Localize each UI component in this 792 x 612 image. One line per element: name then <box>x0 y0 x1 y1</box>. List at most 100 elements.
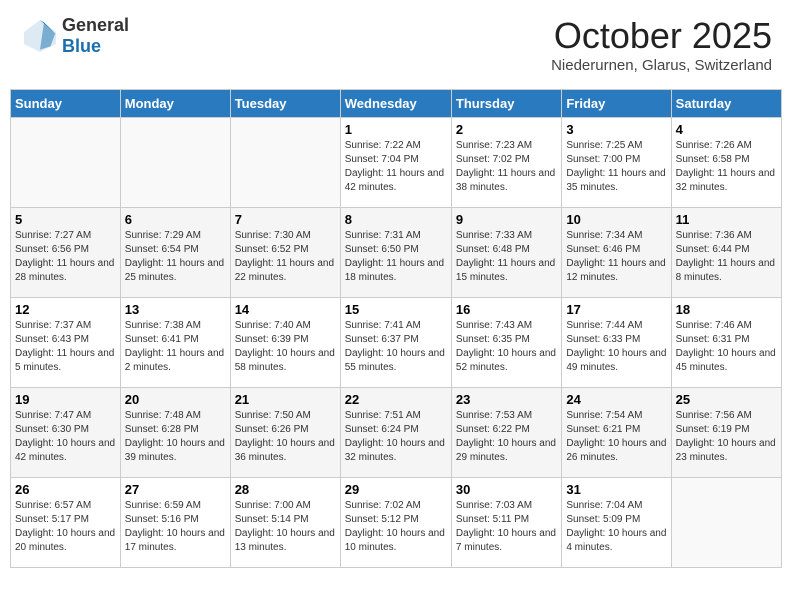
calendar-cell: 28Sunrise: 7:00 AM Sunset: 5:14 PM Dayli… <box>230 478 340 568</box>
day-number: 7 <box>235 212 336 227</box>
day-header-monday: Monday <box>120 90 230 118</box>
calendar-cell: 3 Sunrise: 7:25 AM Sunset: 7:00 PM Daylig… <box>562 118 671 208</box>
calendar-cell: 16 Sunrise: 7:43 AM Sunset: 6:35 PM Dayli… <box>451 298 561 388</box>
calendar-cell: 20Sunrise: 7:48 AM Sunset: 6:28 PM Dayli… <box>120 388 230 478</box>
day-info: Sunrise: 6:59 AM Sunset: 5:16 PM Dayligh… <box>125 499 226 555</box>
day-number: 20 <box>125 392 226 407</box>
day-info: Sunrise: 7:56 AM Sunset: 6:19 PM Dayligh… <box>676 409 777 465</box>
day-info: Sunrise: 7:43 AM Sunset: 6:35 PM Dayligh… <box>456 319 557 375</box>
day-number: 9 <box>456 212 557 227</box>
day-info: Sunrise: 7:53 AM Sunset: 6:22 PM Dayligh… <box>456 409 557 465</box>
calendar-cell: 2 Sunrise: 7:23 AM Sunset: 7:02 PM Daylig… <box>451 118 561 208</box>
logo-general-text: General <box>62 15 129 35</box>
day-number: 23 <box>456 392 557 407</box>
calendar-cell: 9 Sunrise: 7:33 AM Sunset: 6:48 PM Daylig… <box>451 208 561 298</box>
day-info: Sunrise: 7:25 AM Sunset: 7:00 PM Dayligh… <box>566 139 666 195</box>
day-number: 12 <box>15 302 116 317</box>
day-info: Sunrise: 7:26 AM Sunset: 6:58 PM Dayligh… <box>676 139 777 195</box>
calendar-cell: 6 Sunrise: 7:29 AM Sunset: 6:54 PM Daylig… <box>120 208 230 298</box>
day-info: Sunrise: 7:31 AM Sunset: 6:50 PM Dayligh… <box>345 229 447 285</box>
day-number: 2 <box>456 122 557 137</box>
calendar-cell: 5 Sunrise: 7:27 AM Sunset: 6:56 PM Daylig… <box>11 208 121 298</box>
day-info: Sunrise: 7:34 AM Sunset: 6:46 PM Dayligh… <box>566 229 666 285</box>
calendar-cell <box>671 478 781 568</box>
day-number: 16 <box>456 302 557 317</box>
calendar-cell: 23 Sunrise: 7:53 AM Sunset: 6:22 PM Dayli… <box>451 388 561 478</box>
day-number: 4 <box>676 122 777 137</box>
day-number: 27 <box>125 482 226 497</box>
day-info: Sunrise: 7:02 AM Sunset: 5:12 PM Dayligh… <box>345 499 447 555</box>
day-info: Sunrise: 7:40 AM Sunset: 6:39 PM Dayligh… <box>235 319 336 375</box>
day-number: 26 <box>15 482 116 497</box>
day-info: Sunrise: 7:37 AM Sunset: 6:43 PM Dayligh… <box>15 319 116 375</box>
calendar-cell: 29 Sunrise: 7:02 AM Sunset: 5:12 PM Dayli… <box>340 478 451 568</box>
day-info: Sunrise: 7:38 AM Sunset: 6:41 PM Dayligh… <box>125 319 226 375</box>
logo: General Blue <box>20 15 129 57</box>
day-number: 5 <box>15 212 116 227</box>
calendar-cell: 14 Sunrise: 7:40 AM Sunset: 6:39 PM Dayli… <box>230 298 340 388</box>
calendar-cell <box>230 118 340 208</box>
calendar-cell: 11Sunrise: 7:36 AM Sunset: 6:44 PM Dayli… <box>671 208 781 298</box>
day-info: Sunrise: 7:33 AM Sunset: 6:48 PM Dayligh… <box>456 229 557 285</box>
day-number: 22 <box>345 392 447 407</box>
day-info: Sunrise: 7:22 AM Sunset: 7:04 PM Dayligh… <box>345 139 447 195</box>
day-info: Sunrise: 7:36 AM Sunset: 6:44 PM Dayligh… <box>676 229 777 285</box>
day-header-friday: Friday <box>562 90 671 118</box>
calendar-cell: 18Sunrise: 7:46 AM Sunset: 6:31 PM Dayli… <box>671 298 781 388</box>
day-info: Sunrise: 7:54 AM Sunset: 6:21 PM Dayligh… <box>566 409 666 465</box>
day-info: Sunrise: 7:50 AM Sunset: 6:26 PM Dayligh… <box>235 409 336 465</box>
calendar-week-1: 1Sunrise: 7:22 AM Sunset: 7:04 PM Daylig… <box>11 118 782 208</box>
day-info: Sunrise: 7:44 AM Sunset: 6:33 PM Dayligh… <box>566 319 666 375</box>
day-number: 6 <box>125 212 226 227</box>
day-number: 29 <box>345 482 447 497</box>
day-number: 19 <box>15 392 116 407</box>
day-header-saturday: Saturday <box>671 90 781 118</box>
calendar-cell: 26 Sunrise: 6:57 AM Sunset: 5:17 PM Dayli… <box>11 478 121 568</box>
day-number: 3 <box>566 122 666 137</box>
calendar-cell: 13Sunrise: 7:38 AM Sunset: 6:41 PM Dayli… <box>120 298 230 388</box>
logo-blue-text: Blue <box>62 36 101 56</box>
calendar-cell: 24 Sunrise: 7:54 AM Sunset: 6:21 PM Dayli… <box>562 388 671 478</box>
calendar-cell: 4 Sunrise: 7:26 AM Sunset: 6:58 PM Daylig… <box>671 118 781 208</box>
day-info: Sunrise: 7:29 AM Sunset: 6:54 PM Dayligh… <box>125 229 226 285</box>
day-info: Sunrise: 7:04 AM Sunset: 5:09 PM Dayligh… <box>566 499 666 555</box>
calendar-cell: 30 Sunrise: 7:03 AM Sunset: 5:11 PM Dayli… <box>451 478 561 568</box>
calendar-cell: 12 Sunrise: 7:37 AM Sunset: 6:43 PM Dayli… <box>11 298 121 388</box>
day-header-tuesday: Tuesday <box>230 90 340 118</box>
calendar-cell: 31 Sunrise: 7:04 AM Sunset: 5:09 PM Dayli… <box>562 478 671 568</box>
day-number: 24 <box>566 392 666 407</box>
calendar-cell: 8 Sunrise: 7:31 AM Sunset: 6:50 PM Daylig… <box>340 208 451 298</box>
day-info: Sunrise: 6:57 AM Sunset: 5:17 PM Dayligh… <box>15 499 116 555</box>
day-info: Sunrise: 7:23 AM Sunset: 7:02 PM Dayligh… <box>456 139 557 195</box>
location: Niederurnen, Glarus, Switzerland <box>551 57 772 74</box>
calendar-header-row: SundayMondayTuesdayWednesdayThursdayFrid… <box>11 90 782 118</box>
day-info: Sunrise: 7:46 AM Sunset: 6:31 PM Dayligh… <box>676 319 777 375</box>
day-number: 8 <box>345 212 447 227</box>
calendar-week-2: 5 Sunrise: 7:27 AM Sunset: 6:56 PM Daylig… <box>11 208 782 298</box>
day-number: 10 <box>566 212 666 227</box>
day-number: 21 <box>235 392 336 407</box>
day-number: 25 <box>676 392 777 407</box>
calendar-cell <box>11 118 121 208</box>
day-info: Sunrise: 7:51 AM Sunset: 6:24 PM Dayligh… <box>345 409 447 465</box>
day-header-sunday: Sunday <box>11 90 121 118</box>
day-info: Sunrise: 7:27 AM Sunset: 6:56 PM Dayligh… <box>15 229 116 285</box>
day-number: 30 <box>456 482 557 497</box>
day-number: 14 <box>235 302 336 317</box>
calendar-cell: 1Sunrise: 7:22 AM Sunset: 7:04 PM Daylig… <box>340 118 451 208</box>
calendar-cell: 10 Sunrise: 7:34 AM Sunset: 6:46 PM Dayli… <box>562 208 671 298</box>
calendar-table: SundayMondayTuesdayWednesdayThursdayFrid… <box>10 89 782 568</box>
day-info: Sunrise: 7:00 AM Sunset: 5:14 PM Dayligh… <box>235 499 336 555</box>
calendar-cell: 22 Sunrise: 7:51 AM Sunset: 6:24 PM Dayli… <box>340 388 451 478</box>
day-number: 31 <box>566 482 666 497</box>
calendar-week-5: 26 Sunrise: 6:57 AM Sunset: 5:17 PM Dayli… <box>11 478 782 568</box>
month-title: October 2025 <box>551 15 772 57</box>
calendar-cell: 25 Sunrise: 7:56 AM Sunset: 6:19 PM Dayli… <box>671 388 781 478</box>
day-info: Sunrise: 7:03 AM Sunset: 5:11 PM Dayligh… <box>456 499 557 555</box>
day-info: Sunrise: 7:30 AM Sunset: 6:52 PM Dayligh… <box>235 229 336 285</box>
day-info: Sunrise: 7:41 AM Sunset: 6:37 PM Dayligh… <box>345 319 447 375</box>
title-section: October 2025 Niederurnen, Glarus, Switze… <box>551 15 772 74</box>
day-info: Sunrise: 7:47 AM Sunset: 6:30 PM Dayligh… <box>15 409 116 465</box>
calendar-cell: 17Sunrise: 7:44 AM Sunset: 6:33 PM Dayli… <box>562 298 671 388</box>
calendar-cell: 21 Sunrise: 7:50 AM Sunset: 6:26 PM Dayli… <box>230 388 340 478</box>
